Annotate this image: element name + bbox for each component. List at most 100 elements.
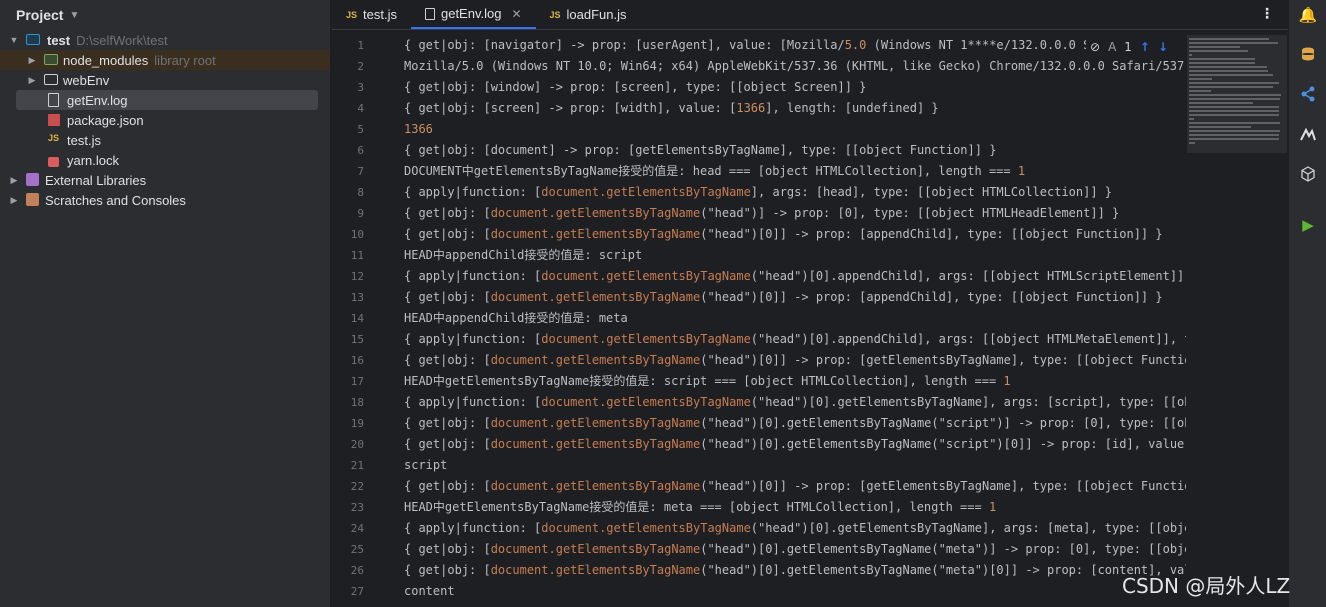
tree-item-webenv[interactable]: ▶ webEnv xyxy=(0,70,330,90)
code-token: { apply|function: [ xyxy=(404,332,542,346)
code-token: HEAD中appendChild接受的值是: meta xyxy=(404,311,628,325)
line-number: 11 xyxy=(350,249,364,262)
code-token: document.getElementsByTagName xyxy=(490,227,701,241)
line-number: 6 xyxy=(357,144,364,157)
code-token: 1 xyxy=(1003,374,1011,388)
line-number: 7 xyxy=(357,165,364,178)
tree-item-test-js[interactable]: JS test.js xyxy=(0,130,330,150)
tab-label: loadFun.js xyxy=(566,7,627,22)
run-icon[interactable]: ▶ xyxy=(1299,216,1317,234)
chevron-down-icon[interactable]: ▼ xyxy=(8,35,20,45)
line-number: 18 xyxy=(350,396,364,409)
code-token: { get|obj: [navigator] -> prop: [userAge… xyxy=(404,38,845,52)
code-token: ("head")[0].getElementsByTagName("script… xyxy=(700,416,1186,430)
line-number: 21 xyxy=(350,459,364,472)
code-token: 1 xyxy=(988,500,997,514)
minimap-line xyxy=(1189,58,1255,60)
code-area[interactable]: { get|obj: [navigator] -> prop: [userAge… xyxy=(404,35,1186,602)
code-line: { get|obj: [document.getElementsByTagNam… xyxy=(404,476,1186,497)
line-number: 8 xyxy=(357,186,364,199)
line-number: 17 xyxy=(350,375,364,388)
more-options-icon[interactable]: ⋮ xyxy=(1260,6,1274,22)
tree-item-hint: library root xyxy=(154,52,216,68)
code-token: document.getElementsByTagName xyxy=(490,437,701,451)
code-token: 1366 xyxy=(404,122,433,136)
log-file-icon xyxy=(48,93,64,107)
log-file-icon xyxy=(424,7,435,20)
match-count: 1 xyxy=(1124,40,1132,54)
tree-item-scratches[interactable]: ▶ Scratches and Consoles xyxy=(0,190,330,210)
code-token: HEAD中getElementsByTagName接受的值是: script =… xyxy=(404,374,1004,388)
code-token: document.getElementsByTagName xyxy=(490,206,701,220)
minimap-line xyxy=(1189,50,1249,52)
match-case-icon[interactable]: A xyxy=(1108,40,1116,54)
tree-item-label: webEnv xyxy=(63,72,110,88)
code-line: { get|obj: [document.getElementsByTagNam… xyxy=(404,224,1186,245)
code-line: { apply|function: [document.getElementsB… xyxy=(404,518,1186,539)
code-token: ("head")[0]] -> prop: [appendChild], typ… xyxy=(700,227,1163,241)
arrow-up-icon[interactable]: ↑ xyxy=(1140,40,1150,54)
chevron-right-icon[interactable]: ▶ xyxy=(8,195,20,206)
tree-item-getenv-log[interactable]: getEnv.log xyxy=(16,90,318,110)
close-icon[interactable]: ✕ xyxy=(511,7,521,21)
chevron-right-icon[interactable]: ▶ xyxy=(8,175,20,186)
code-token: ("head")[0].getElementsByTagName("meta")… xyxy=(700,563,1186,577)
tab-label: test.js xyxy=(363,7,397,22)
tree-item-yarn-lock[interactable]: yarn.lock xyxy=(0,150,330,170)
folder-module-icon xyxy=(26,33,42,47)
code-token: ("head")[0].getElementsByTagName], args:… xyxy=(750,395,1186,409)
folder-library-icon xyxy=(44,53,60,67)
ai-assistant-icon[interactable] xyxy=(1299,125,1317,143)
code-token: { apply|function: [ xyxy=(404,395,542,409)
project-header[interactable]: Project ▼ xyxy=(0,0,330,30)
right-toolbar: 🔔 ▶ xyxy=(1288,0,1326,607)
arrow-down-icon[interactable]: ↓ xyxy=(1158,40,1168,54)
tab-test-js[interactable]: JS test.js xyxy=(332,0,411,29)
line-number: 5 xyxy=(357,123,364,136)
line-number: 10 xyxy=(350,228,364,241)
notifications-icon[interactable]: 🔔 xyxy=(1299,6,1318,24)
code-token: { apply|function: [ xyxy=(404,521,542,535)
tree-item-test[interactable]: ▼ test D:\selfWork\test xyxy=(0,30,330,50)
code-token: ("head")[0]] -> prop: [appendChild], typ… xyxy=(700,290,1163,304)
eye-off-icon[interactable]: ⊘ xyxy=(1090,40,1100,54)
code-line: DOCUMENT中getElementsByTagName接受的值是: head… xyxy=(404,161,1186,182)
code-token: document.getElementsByTagName xyxy=(541,332,751,346)
code-token: 5.0 xyxy=(844,38,867,52)
code-line: { get|obj: [document] -> prop: [getEleme… xyxy=(404,140,1186,161)
code-token: document.getElementsByTagName xyxy=(490,563,701,577)
tree-item-node-modules[interactable]: ▶ node_modules library root xyxy=(0,50,330,70)
database-icon[interactable] xyxy=(1299,45,1317,63)
tree-item-external-libraries[interactable]: ▶ External Libraries xyxy=(0,170,330,190)
tree-item-label: package.json xyxy=(67,112,144,128)
code-line: HEAD中getElementsByTagName接受的值是: script =… xyxy=(404,371,1186,392)
minimap-line xyxy=(1189,38,1269,40)
line-number: 12 xyxy=(350,270,364,283)
minimap-line xyxy=(1189,78,1213,80)
code-token: document.getElementsByTagName xyxy=(541,269,751,283)
code-token: 1366 xyxy=(736,101,766,115)
minimap-line xyxy=(1189,122,1281,124)
code-line: { get|obj: [screen] -> prop: [width], va… xyxy=(404,98,1186,119)
line-number: 26 xyxy=(350,564,364,577)
minimap-line xyxy=(1189,54,1193,56)
code-token: document.getElementsByTagName xyxy=(490,416,701,430)
tab-getenv-log[interactable]: getEnv.log ✕ xyxy=(410,0,536,29)
minimap[interactable] xyxy=(1187,35,1287,153)
chevron-right-icon[interactable]: ▶ xyxy=(26,75,38,86)
chevron-right-icon[interactable]: ▶ xyxy=(26,55,38,66)
share-icon[interactable] xyxy=(1299,85,1317,103)
line-number: 23 xyxy=(350,501,364,514)
line-number: 15 xyxy=(350,333,364,346)
external-libraries-icon xyxy=(26,173,42,187)
code-line: HEAD中appendChild接受的值是: meta xyxy=(404,308,1186,329)
tab-loadfun-js[interactable]: JS loadFun.js xyxy=(536,0,641,29)
minimap-line xyxy=(1189,98,1281,100)
cube-icon[interactable] xyxy=(1299,165,1317,183)
tree-item-package-json[interactable]: package.json xyxy=(0,110,330,130)
lock-file-icon xyxy=(48,153,64,167)
tree-item-label: yarn.lock xyxy=(67,152,120,168)
code-token: document.getElementsByTagName xyxy=(541,521,751,535)
chevron-down-icon[interactable]: ▼ xyxy=(69,10,79,21)
watermark: CSDN @局外人LZ xyxy=(1122,574,1291,598)
